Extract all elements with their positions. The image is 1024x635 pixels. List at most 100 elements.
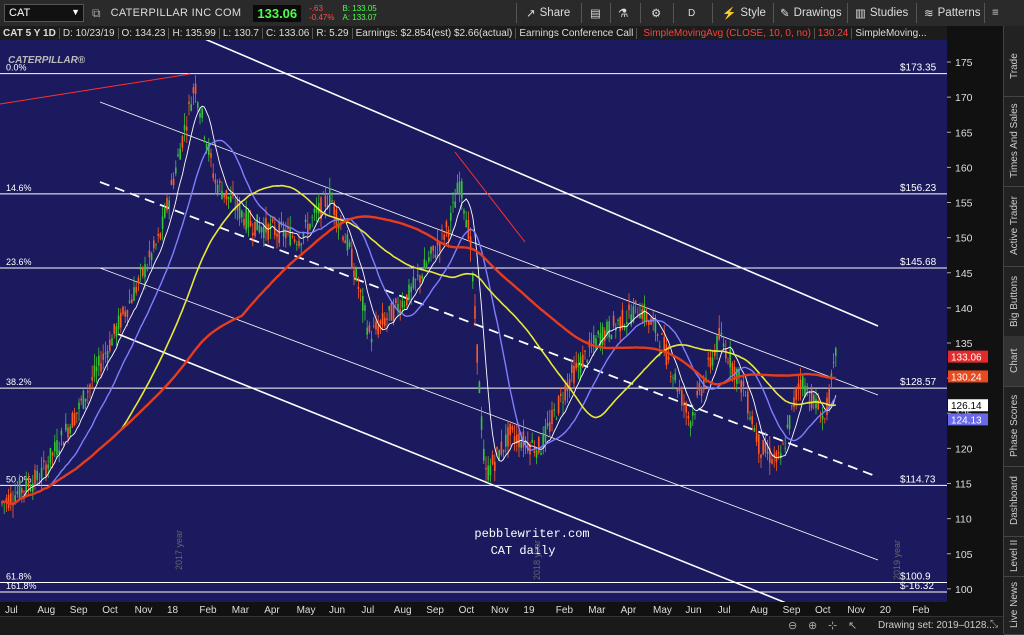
tab-live-news[interactable]: Live News: [1004, 576, 1024, 635]
print-button[interactable]: ▤: [590, 0, 601, 26]
link-icon[interactable]: ⧉: [92, 6, 101, 21]
candle-body: [289, 228, 291, 246]
tab-dashboard[interactable]: Dashboard: [1004, 466, 1024, 537]
price-tick-label: 170: [955, 92, 973, 104]
price-tick-label: 165: [955, 127, 973, 139]
tab-times-and-sales[interactable]: Times And Sales: [1004, 96, 1024, 187]
candle-body: [172, 178, 175, 186]
tab-level-ii[interactable]: Level II: [1004, 536, 1024, 577]
candle-body: [353, 270, 355, 278]
candle-body: [771, 459, 773, 464]
chart-canvas[interactable]: 0.0% $173.3514.6% $156.2323.6% $145.6838.2%…: [0, 1, 947, 635]
candle-body: [144, 264, 146, 278]
candle-body: [518, 433, 520, 448]
time-tick-label: Jul: [718, 605, 731, 616]
gear-icon: ⚙: [651, 8, 662, 20]
zoom-in-icon[interactable]: ⊕: [808, 619, 817, 632]
zoom-out-icon[interactable]: ⊖: [788, 619, 797, 632]
candle-body: [401, 300, 404, 308]
drawing-set-label[interactable]: Drawing set: 2019–0128...: [878, 620, 995, 631]
candle-body: [408, 284, 410, 301]
candle-body: [795, 387, 797, 400]
info-open: O: 134.23: [119, 27, 170, 39]
price-chart[interactable]: 0.0% $173.35 14.6% $156.23 23.6% $145.68 38.2%…: [0, 1, 947, 635]
candle-body: [641, 309, 643, 319]
candle-body: [621, 309, 624, 328]
settings-button[interactable]: ⚙: [651, 0, 661, 26]
price-badge-label: 133.06: [951, 353, 982, 364]
candle-body: [661, 333, 663, 335]
candle-body: [87, 391, 89, 393]
candle-body: [450, 213, 452, 221]
flask-button[interactable]: ⚗: [618, 0, 628, 26]
candle-body: [91, 376, 93, 381]
candle-body: [533, 450, 536, 453]
share-button[interactable]: ↗ Share: [526, 0, 570, 26]
tab-active-trader[interactable]: Active Trader: [1004, 186, 1024, 267]
candle-body: [205, 143, 208, 149]
candle-body: [760, 454, 762, 459]
chevron-down-icon[interactable]: ▼: [71, 7, 80, 17]
candle-body: [375, 321, 377, 330]
candle-body: [685, 402, 687, 413]
candle-body: [16, 491, 19, 495]
candle-body: [359, 289, 362, 293]
candle-body: [465, 219, 467, 228]
time-tick-label: Apr: [621, 605, 637, 616]
drawings-button[interactable]: ✎ Drawings: [780, 0, 842, 26]
candle-body: [656, 334, 659, 337]
candle-body: [421, 275, 423, 279]
candle-body: [304, 219, 307, 223]
candle-body: [445, 221, 448, 228]
caption-site: pebblewriter.com: [474, 527, 589, 541]
resize-icon[interactable]: ⤡: [990, 619, 998, 630]
candle-body: [175, 167, 177, 174]
tab-big-buttons[interactable]: Big Buttons: [1004, 266, 1024, 337]
time-tick-label: Aug: [750, 605, 768, 616]
candle-body: [331, 200, 333, 202]
candle-body: [243, 219, 245, 226]
cursor-icon[interactable]: ↖: [848, 619, 857, 632]
fib-price-label: $114.73: [900, 474, 936, 485]
candle-body: [766, 451, 769, 454]
candle-body: [298, 240, 300, 247]
info-conference: Earnings Conference Call: [516, 27, 638, 39]
candle-body: [650, 318, 652, 325]
candle-body: [219, 180, 221, 183]
tab-phase-scores[interactable]: Phase Scores: [1004, 386, 1024, 467]
crosshair-icon[interactable]: ⊹: [828, 619, 837, 632]
candle-body: [170, 180, 173, 185]
candle-body: [463, 210, 465, 214]
patterns-button[interactable]: ≋ Patterns: [924, 0, 980, 26]
period-button[interactable]: D: [688, 0, 695, 26]
more-menu-button[interactable]: ≡: [992, 0, 999, 26]
candle-body: [511, 426, 514, 430]
candle-body: [36, 470, 38, 480]
price-tick-label: 135: [955, 338, 973, 350]
candle-body: [531, 440, 533, 443]
candle-body: [456, 182, 459, 194]
candle-body: [575, 362, 577, 369]
tab-chart[interactable]: Chart: [1004, 336, 1024, 387]
price-badge-label: 130.24: [951, 372, 982, 383]
candle-body: [315, 208, 318, 213]
candle-body: [40, 467, 43, 479]
candle-body: [80, 398, 82, 401]
symbol-input[interactable]: CAT ▼: [4, 4, 84, 22]
candle-body: [487, 465, 489, 481]
studies-button[interactable]: ▥ Studies: [855, 0, 908, 26]
tab-trade[interactable]: Trade: [1004, 36, 1024, 97]
candle-body: [47, 464, 49, 469]
style-button[interactable]: ⚡ Style: [722, 0, 766, 26]
time-tick-label: Aug: [37, 605, 55, 616]
time-axis[interactable]: Jul Aug Sep Oct Nov 18 Feb Mar Apr May Jun Jul Aug Se…: [0, 602, 1003, 616]
candle-body: [364, 305, 366, 311]
candle-body: [122, 306, 124, 315]
candle-body: [267, 224, 269, 240]
candle-body: [238, 204, 241, 219]
fib-price-label: $-16.32: [900, 581, 934, 592]
candle-body: [403, 305, 406, 307]
candle-body: [115, 325, 118, 337]
candle-body: [586, 360, 588, 363]
price-axis[interactable]: 1751701651601551501451401351301251201151…: [947, 26, 1003, 602]
